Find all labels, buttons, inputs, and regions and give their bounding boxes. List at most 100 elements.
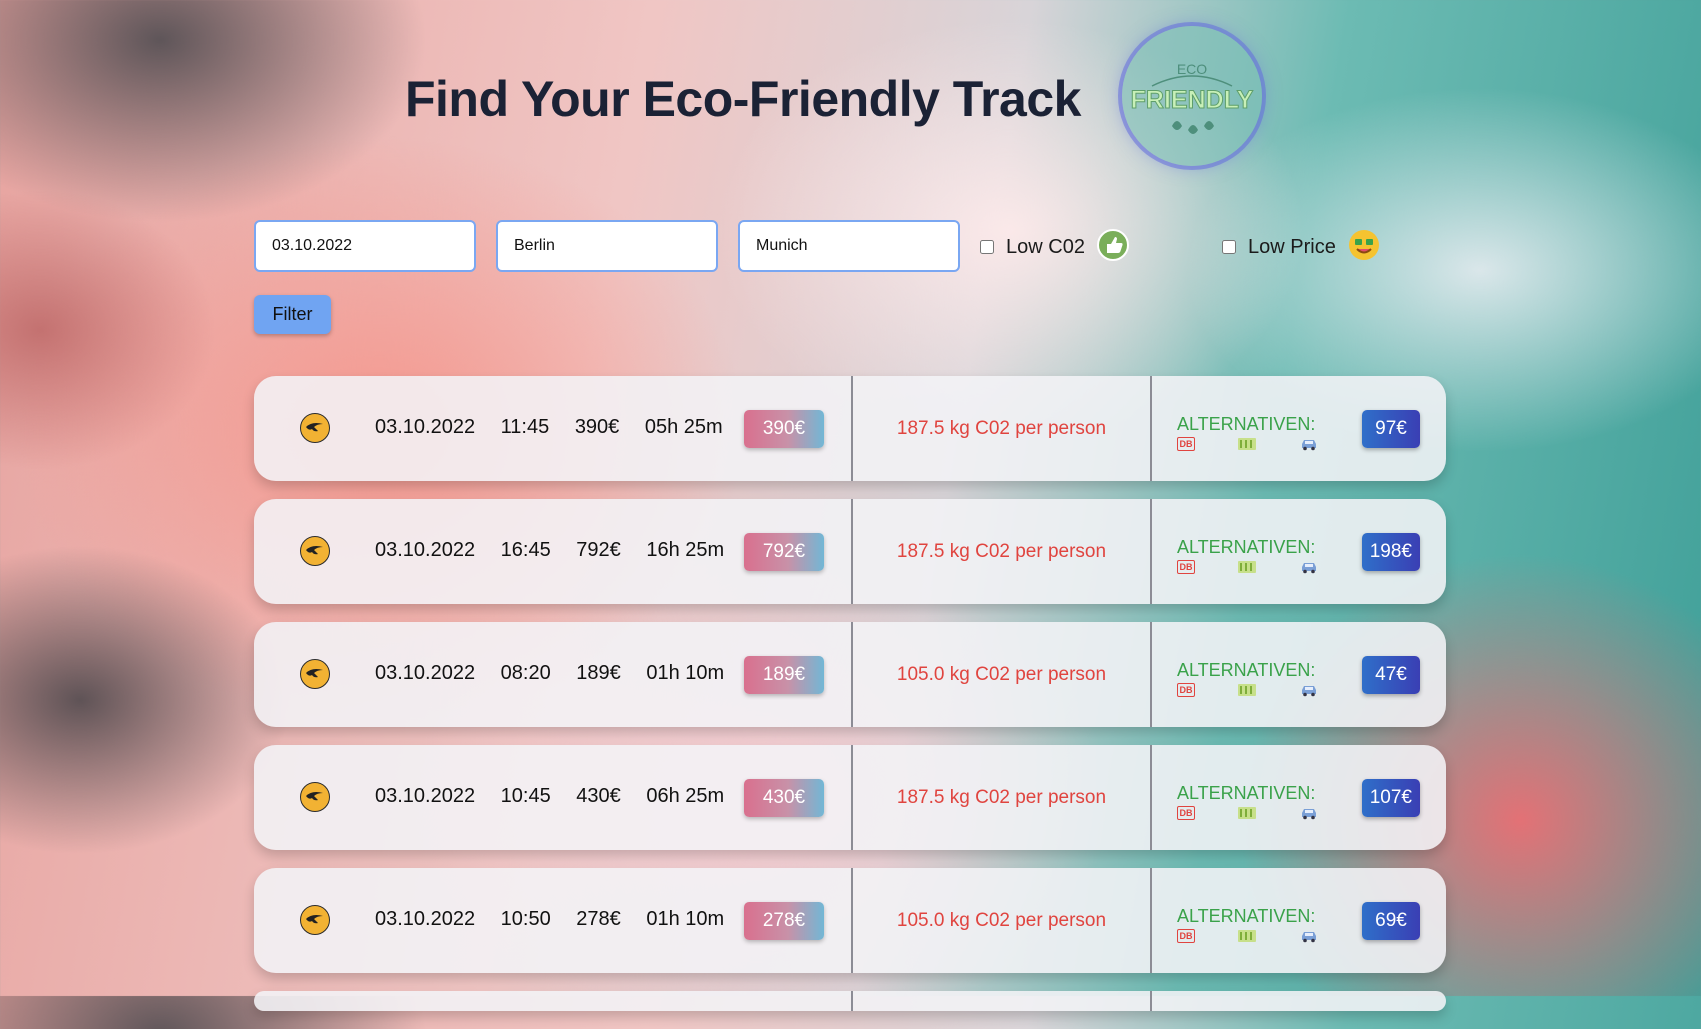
flight-duration: 05h 25m — [644, 416, 723, 438]
alternative-price-badge[interactable]: 107€ — [1361, 779, 1420, 817]
car-icon[interactable] — [1299, 929, 1319, 943]
car-icon[interactable] — [1299, 683, 1319, 697]
logo-eco-text: ECO — [1177, 61, 1207, 77]
lufthansa-crane-icon — [300, 659, 330, 689]
lufthansa-crane-icon — [300, 782, 330, 812]
date-input[interactable] — [254, 220, 476, 272]
to-input[interactable] — [738, 220, 960, 272]
flight-info: 03.10.2022 11:45 390€ 05h 25m — [375, 416, 743, 439]
flight-row[interactable]: 03.10.2022 11:45 390€ 05h 25m 390€ 187.5… — [254, 376, 1446, 481]
alternatives-icons: DB — [1177, 929, 1319, 943]
db-train-icon[interactable]: DB — [1177, 437, 1195, 451]
flight-duration: 01h 10m — [646, 908, 725, 930]
flight-info: 03.10.2022 10:45 430€ 06h 25m — [375, 785, 744, 808]
alternatives-icons: DB — [1177, 683, 1319, 697]
db-train-icon[interactable]: DB — [1177, 929, 1195, 943]
low-price-option[interactable]: Low Price — [1222, 230, 1380, 264]
flight-row[interactable]: 03.10.2022 16:45 792€ 16h 25m 792€ 187.5… — [254, 499, 1446, 604]
co2-cell: 105.0 kg C02 per person — [853, 622, 1152, 727]
car-icon[interactable] — [1299, 560, 1319, 574]
flight-info: 03.10.2022 08:20 189€ 01h 10m — [375, 662, 744, 685]
alternatives-cell — [1152, 991, 1446, 1011]
flight-row-partial[interactable] — [254, 991, 1446, 1011]
lufthansa-crane-icon — [300, 905, 330, 935]
alternatives-label: ALTERNATIVEN: — [1177, 537, 1316, 557]
alternatives-cell: ALTERNATIVEN: DB 198€ — [1152, 499, 1446, 604]
flight-date: 03.10.2022 — [375, 416, 476, 438]
car-icon[interactable] — [1299, 806, 1319, 820]
bus-icon[interactable] — [1237, 683, 1257, 697]
alternatives-label: ALTERNATIVEN: — [1177, 414, 1316, 434]
flight-time: 11:45 — [500, 416, 550, 438]
price-badge[interactable]: 189€ — [744, 656, 824, 694]
flight-time: 08:20 — [500, 662, 551, 684]
alternative-price-badge[interactable]: 47€ — [1362, 656, 1420, 694]
low-price-label: Low Price — [1248, 235, 1336, 258]
low-co2-label: Low C02 — [1006, 235, 1085, 258]
co2-text: 105.0 kg C02 per person — [896, 663, 1107, 685]
co2-cell: 105.0 kg C02 per person — [853, 868, 1152, 973]
co2-text: 187.5 kg C02 per person — [896, 786, 1107, 808]
alternative-price-badge[interactable]: 69€ — [1362, 902, 1420, 940]
flight-duration: 01h 10m — [646, 662, 725, 684]
flight-time: 10:50 — [500, 908, 551, 930]
price-badge[interactable]: 792€ — [744, 533, 824, 571]
co2-text: 187.5 kg C02 per person — [896, 417, 1107, 439]
bus-icon[interactable] — [1237, 560, 1257, 574]
alternatives-cell: ALTERNATIVEN: DB 107€ — [1152, 745, 1446, 850]
logo-friendly-text: FRIENDLY — [1131, 86, 1254, 114]
flight-time: 10:45 — [500, 785, 551, 807]
alternative-price-badge[interactable]: 97€ — [1362, 410, 1420, 448]
filter-button[interactable]: Filter — [254, 295, 331, 334]
alternative-price-badge[interactable]: 198€ — [1361, 533, 1420, 571]
flight-details: 03.10.2022 10:45 430€ 06h 25m 430€ — [254, 745, 853, 850]
car-icon[interactable] — [1299, 437, 1319, 451]
bus-icon[interactable] — [1237, 437, 1257, 451]
db-train-icon[interactable]: DB — [1177, 683, 1195, 697]
flight-price: 792€ — [576, 539, 621, 561]
flight-date: 03.10.2022 — [375, 785, 476, 807]
flight-duration: 16h 25m — [646, 539, 725, 561]
flight-details: 03.10.2022 10:50 278€ 01h 10m 278€ — [254, 868, 853, 973]
low-co2-checkbox[interactable] — [980, 240, 994, 254]
price-badge[interactable]: 278€ — [744, 902, 824, 940]
co2-cell: 187.5 kg C02 per person — [853, 499, 1152, 604]
alternatives-label: ALTERNATIVEN: — [1177, 783, 1316, 803]
db-train-icon[interactable]: DB — [1177, 806, 1195, 820]
alternatives-icons: DB — [1177, 806, 1319, 820]
flight-info: 03.10.2022 10:50 278€ 01h 10m — [375, 908, 744, 931]
alternatives-label: ALTERNATIVEN: — [1177, 906, 1316, 926]
price-badge[interactable]: 430€ — [744, 779, 824, 817]
lufthansa-crane-icon — [300, 413, 330, 443]
bus-icon[interactable] — [1237, 806, 1257, 820]
flight-price: 278€ — [576, 908, 621, 930]
flight-details — [254, 991, 853, 1011]
alternatives-cell: ALTERNATIVEN: DB 97€ — [1152, 376, 1446, 481]
co2-text: 105.0 kg C02 per person — [896, 909, 1107, 931]
flight-details: 03.10.2022 08:20 189€ 01h 10m 189€ — [254, 622, 853, 727]
flight-duration: 06h 25m — [646, 785, 725, 807]
thumbs-up-icon — [1096, 229, 1129, 265]
low-co2-option[interactable]: Low C02 — [980, 229, 1129, 265]
flight-price: 189€ — [576, 662, 621, 684]
db-train-icon[interactable]: DB — [1177, 560, 1195, 574]
co2-text: 187.5 kg C02 per person — [896, 540, 1107, 562]
low-price-checkbox[interactable] — [1222, 240, 1236, 254]
flight-row[interactable]: 03.10.2022 10:45 430€ 06h 25m 430€ 187.5… — [254, 745, 1446, 850]
alternatives-label: ALTERNATIVEN: — [1177, 660, 1316, 680]
flight-row[interactable]: 03.10.2022 08:20 189€ 01h 10m 189€ 105.0… — [254, 622, 1446, 727]
price-badge[interactable]: 390€ — [744, 410, 824, 448]
co2-cell — [853, 991, 1152, 1011]
flight-date: 03.10.2022 — [375, 908, 476, 930]
bus-icon[interactable] — [1237, 929, 1257, 943]
flight-details: 03.10.2022 11:45 390€ 05h 25m 390€ — [254, 376, 853, 481]
alternatives-icons: DB — [1177, 560, 1319, 574]
money-face-icon — [1348, 229, 1380, 265]
from-input[interactable] — [496, 220, 718, 272]
flight-row[interactable]: 03.10.2022 10:50 278€ 01h 10m 278€ 105.0… — [254, 868, 1446, 973]
alternatives-cell: ALTERNATIVEN: DB 69€ — [1152, 868, 1446, 973]
page-title: Find Your Eco-Friendly Track — [405, 71, 1081, 127]
alternatives-icons: DB — [1177, 437, 1319, 451]
flight-price: 430€ — [576, 785, 621, 807]
co2-cell: 187.5 kg C02 per person — [853, 745, 1152, 850]
